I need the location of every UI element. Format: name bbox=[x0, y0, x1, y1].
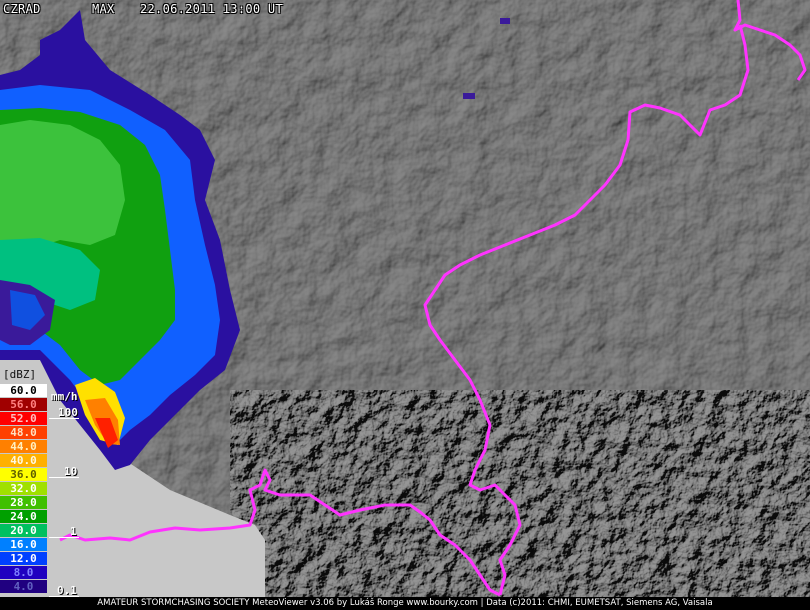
legend-entry: 16.0 bbox=[0, 538, 47, 551]
echo-dot-1 bbox=[463, 93, 475, 99]
legend-entry: 24.0 bbox=[0, 510, 47, 523]
timestamp-label: 22.06.2011 13:00 UT bbox=[140, 2, 283, 16]
radar-map bbox=[0, 0, 810, 610]
reflectivity-legend: 60.0 56.0 52.0 48.0 44.0 40.0 36.0 32.0 28.0 24.0… bbox=[0, 384, 47, 610]
rain-rate-tick bbox=[49, 418, 79, 419]
legend-entry: 40.0 bbox=[0, 454, 47, 467]
rain-rate-units-label: mm/h bbox=[51, 390, 78, 403]
legend-entry: 28.0 bbox=[0, 496, 47, 509]
legend-entry: 20.0 bbox=[0, 524, 47, 537]
legend-entry: 52.0 bbox=[0, 412, 47, 425]
legend-entry: 4.0 bbox=[0, 580, 47, 593]
legend-entry: 44.0 bbox=[0, 440, 47, 453]
radar-source-label: CZRAD bbox=[3, 2, 41, 16]
legend-entry: 32.0 bbox=[0, 482, 47, 495]
echo-dot-2 bbox=[500, 18, 510, 24]
legend-entry: 12.0 bbox=[0, 552, 47, 565]
legend-entry: 60.0 bbox=[0, 384, 47, 397]
legend-entry: 36.0 bbox=[0, 468, 47, 481]
rain-rate-tick bbox=[49, 477, 79, 478]
legend-entry: 56.0 bbox=[0, 398, 47, 411]
credits-footer: AMATEUR STORMCHASING SOCIETY MeteoViewer… bbox=[0, 597, 810, 610]
rain-rate-tick bbox=[49, 537, 79, 538]
product-label: MAX bbox=[92, 2, 115, 16]
legend-units-label: [dBZ] bbox=[3, 368, 37, 381]
legend-entry: 8.0 bbox=[0, 566, 47, 579]
legend-entry: 48.0 bbox=[0, 426, 47, 439]
